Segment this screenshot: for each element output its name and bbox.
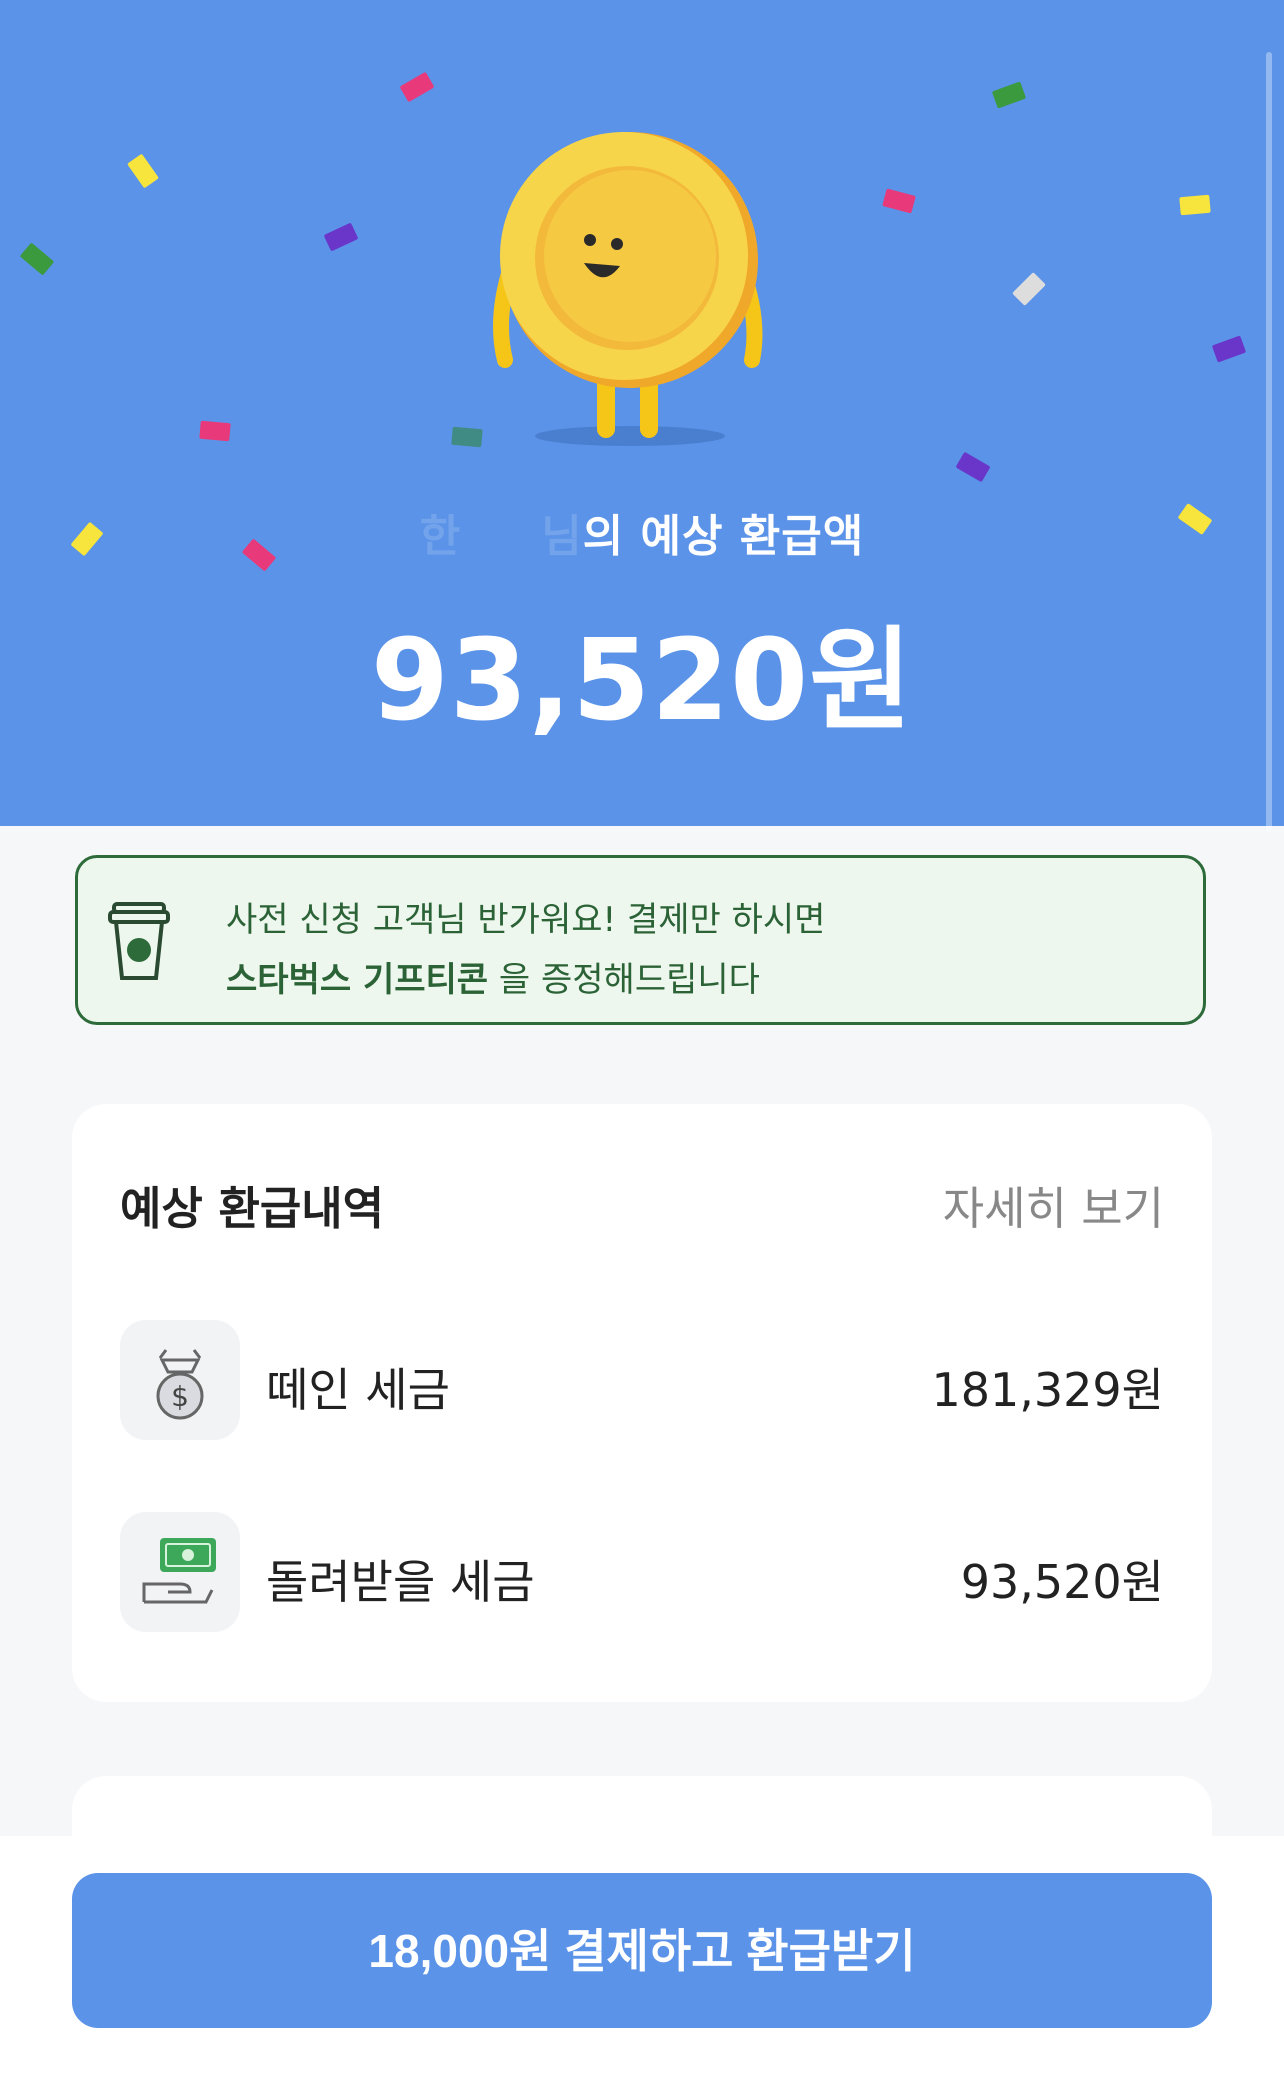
confetti-piece [1211,335,1247,363]
hero-subtitle-text: 의 예상 환급액 [582,511,865,562]
confetti-piece [1012,272,1046,306]
svg-text:$: $ [171,1380,189,1413]
cash-hand-icon [120,1512,240,1632]
promo-gift-name: 스타벅스 기프티콘 [226,960,489,1000]
confetti-piece [451,426,483,448]
promo-line-2-rest: 을 증정해드립니다 [488,960,760,1000]
row-value-refund-tax: 93,520원 [960,1555,1164,1609]
money-bag-icon: $ [120,1320,240,1440]
promo-line-2: 스타벅스 기프티콘 을 증정해드립니다 [226,952,760,1001]
confetti-piece [955,451,991,483]
confetti-piece [199,420,231,442]
hero-subtitle-faded: 님 [541,511,583,562]
refund-details-card: 예상 환급내역 자세히 보기 $ 떼인 세금 181,329원 돌려받을 세금 … [72,1104,1212,1702]
confetti-piece [19,242,55,276]
row-label-refund-tax: 돌려받을 세금 [266,1555,535,1609]
starbucks-promo-banner[interactable]: 사전 신청 고객님 반가워요! 결제만 하시면 스타벅스 기프티콘 을 증정해드… [75,855,1206,1025]
confetti-piece [882,188,916,214]
row-value-withheld-tax: 181,329원 [931,1363,1164,1417]
scrollbar[interactable] [1266,52,1272,832]
promo-line-1: 사전 신청 고객님 반가워요! 결제만 하시면 [226,900,826,940]
refund-amount: 93,520원 [370,616,914,746]
row-label-withheld-tax: 떼인 세금 [266,1363,450,1417]
confetti-piece [399,71,435,103]
coffee-cup-icon [108,902,170,980]
hero-subtitle-faded: 한 [419,511,462,562]
confetti-piece [991,81,1027,109]
hero-banner: 한 님의 예상 환급액 93,520원 [0,0,1284,826]
pay-and-refund-button[interactable]: 18,000원 결제하고 환급받기 [72,1873,1212,2028]
confetti-piece [323,222,359,252]
confetti-piece [127,153,159,189]
coin-mascot-illustration [493,132,763,446]
confetti-piece [1179,194,1211,216]
detail-link[interactable]: 자세히 보기 [943,1172,1164,1237]
hero-subtitle: 한 님의 예상 환급액 [0,500,1284,564]
card-title: 예상 환급내역 [120,1182,385,1235]
